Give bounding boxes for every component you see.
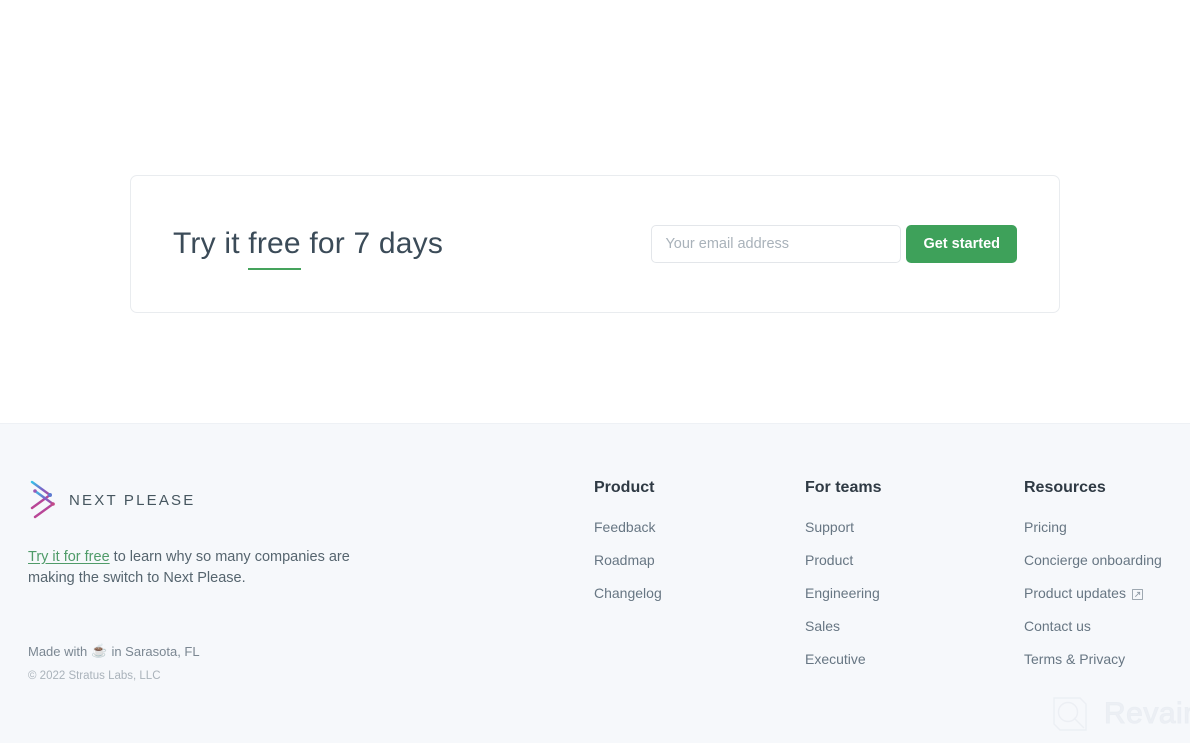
- cta-heading-after: for 7 days: [300, 227, 444, 260]
- footer-link-terms-privacy[interactable]: Terms & Privacy: [1024, 651, 1162, 667]
- footer-column-title: Resources: [1024, 479, 1106, 496]
- external-link-icon: [1132, 588, 1143, 600]
- made-with-suffix: in Sarasota, FL: [111, 643, 200, 659]
- trial-signup-form: Get started: [651, 225, 1017, 263]
- footer-column-product: Product Feedback Roadmap Changelog: [594, 479, 662, 618]
- footer-link-changelog[interactable]: Changelog: [594, 585, 662, 601]
- next-please-chevron-logo-icon: [30, 480, 56, 519]
- footer-link-pricing[interactable]: Pricing: [1024, 519, 1162, 535]
- footer-link-product-updates[interactable]: Product updates: [1024, 585, 1162, 601]
- cta-heading-highlight: free: [248, 227, 301, 270]
- footer-link-contact-us[interactable]: Contact us: [1024, 618, 1162, 634]
- revain-logo-icon: [1053, 697, 1087, 731]
- footer-link-feedback[interactable]: Feedback: [594, 519, 662, 535]
- cta-heading-before: Try it: [173, 227, 249, 260]
- upper-white-section: Try it free for 7 days Get started: [0, 0, 1190, 423]
- made-with-line: Made with ☕ in Sarasota, FL: [28, 643, 200, 659]
- email-input[interactable]: [651, 225, 902, 263]
- made-with-prefix: Made with: [28, 643, 88, 659]
- brand-logo-row[interactable]: NEXT PLEASE: [28, 479, 388, 521]
- footer-column-for-teams: For teams Support Product Engineering Sa…: [805, 479, 881, 684]
- brand-description: Try it for free to learn why so many com…: [28, 547, 363, 589]
- footer-link-engineering[interactable]: Engineering: [805, 585, 881, 601]
- footer-link-executive[interactable]: Executive: [805, 651, 881, 667]
- footer-link-support[interactable]: Support: [805, 519, 881, 535]
- footer-link-sales[interactable]: Sales: [805, 618, 881, 634]
- trial-cta-card: Try it free for 7 days Get started: [130, 175, 1060, 313]
- footer-brand-block: NEXT PLEASE Try it for free to learn why…: [28, 479, 388, 589]
- footer-column-title: Product: [594, 479, 655, 496]
- copyright-text: © 2022 Stratus Labs, LLC: [28, 670, 161, 682]
- brand-wordmark: NEXT PLEASE: [69, 491, 196, 509]
- footer-column-title: For teams: [805, 479, 882, 496]
- site-footer: NEXT PLEASE Try it for free to learn why…: [0, 423, 1190, 743]
- coffee-cup-icon: ☕: [91, 643, 108, 658]
- footer-column-resources: Resources Pricing Concierge onboarding P…: [1024, 479, 1162, 684]
- revain-watermark-text: Revain: [1103, 697, 1190, 731]
- footer-link-product-updates-label: Product updates: [1024, 585, 1126, 601]
- footer-link-product[interactable]: Product: [805, 552, 881, 568]
- try-it-for-free-link[interactable]: Try it for free: [28, 549, 110, 565]
- footer-link-roadmap[interactable]: Roadmap: [594, 552, 662, 568]
- revain-watermark: Revain: [1050, 694, 1190, 734]
- get-started-button[interactable]: Get started: [906, 225, 1017, 263]
- footer-link-concierge-onboarding[interactable]: Concierge onboarding: [1024, 552, 1162, 568]
- cta-heading: Try it free for 7 days: [173, 227, 444, 270]
